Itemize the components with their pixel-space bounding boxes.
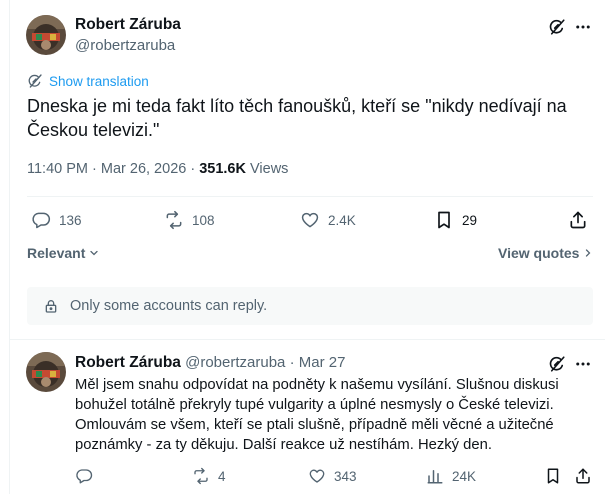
repost-icon [166, 210, 182, 230]
share-icon [570, 211, 586, 229]
reply-text: Měl jsem snahu odpovídat na podněty k na… [75, 377, 559, 453]
sort-label: Relevant [27, 245, 86, 261]
show-translation-link[interactable]: Show translation [27, 73, 149, 89]
post-meta: 11:40 PM · Mar 26, 2026 · 351.6K Views [27, 160, 288, 178]
reply-restriction-notice: Only some accounts can reply. [27, 287, 593, 325]
reply-icon [32, 212, 51, 229]
reply-views-button[interactable]: 24K [426, 467, 476, 485]
reply-like-button[interactable]: 343 [308, 467, 357, 485]
bookmark-button[interactable]: 29 [434, 210, 477, 230]
reply-views-count: 24K [452, 468, 477, 484]
sort-dropdown[interactable]: Relevant [27, 245, 100, 261]
reply-header: Robert Záruba @robertzaruba · Mar 27 [75, 354, 345, 372]
translate-icon [28, 74, 42, 88]
reply-avatar[interactable] [26, 352, 66, 392]
bookmark-icon [438, 211, 450, 229]
more-options-icon[interactable] [572, 354, 594, 374]
views-count: 351.6K [199, 161, 246, 177]
views-label: Views [250, 161, 289, 177]
reply-author-name[interactable]: Robert Záruba [75, 354, 181, 371]
heart-icon [309, 469, 325, 483]
avatar-image [26, 15, 66, 55]
show-translation-label: Show translation [49, 73, 149, 89]
author-handle[interactable]: @robertzaruba [75, 37, 175, 54]
reply-repost-button[interactable]: 4 [192, 467, 226, 485]
like-button[interactable]: 2.4K [300, 210, 356, 230]
reply-count: 136 [59, 212, 82, 228]
heart-icon [301, 212, 319, 228]
avatar[interactable] [26, 15, 66, 55]
chevron-down-icon [90, 250, 98, 256]
bookmark-icon [547, 468, 559, 484]
views-chart-icon [427, 470, 443, 484]
share-button[interactable] [568, 210, 588, 230]
grok-icon[interactable] [547, 354, 567, 374]
reply-reply-button[interactable] [75, 467, 101, 485]
reply-restriction-text: Only some accounts can reply. [70, 298, 268, 314]
reply-repost-count: 4 [218, 468, 226, 484]
chevron-right-icon [586, 249, 591, 257]
author-name[interactable]: Robert Záruba [75, 16, 181, 34]
repost-button[interactable]: 108 [164, 210, 215, 230]
lock-icon [45, 300, 57, 313]
reply-button[interactable]: 136 [31, 210, 82, 230]
reply-icon [76, 469, 93, 484]
like-count: 2.4K [328, 212, 356, 228]
post-text: Dneska je mi teda fakt líto těch fanoušk… [27, 96, 567, 140]
reply-share-button[interactable] [574, 467, 592, 485]
repost-icon [194, 467, 208, 485]
view-quotes-link[interactable]: View quotes [498, 245, 594, 261]
grok-icon[interactable] [547, 17, 567, 37]
post-timestamp[interactable]: 11:40 PM · Mar 26, 2026 · [27, 161, 199, 177]
share-icon [576, 468, 590, 484]
reply-bookmark-button[interactable] [544, 467, 562, 485]
post-thread: Robert Záruba @robertzaruba Show transla… [9, 0, 605, 494]
reply-date[interactable]: · Mar 27 [290, 354, 346, 371]
reply-like-count: 343 [334, 468, 357, 484]
avatar-image [26, 352, 66, 392]
repost-count: 108 [192, 212, 215, 228]
view-quotes-label: View quotes [498, 245, 580, 261]
bookmark-count: 29 [462, 212, 478, 228]
more-options-icon[interactable] [572, 17, 594, 37]
divider [27, 196, 593, 197]
divider [10, 339, 605, 340]
reply-author-handle[interactable]: @robertzaruba [185, 354, 285, 371]
